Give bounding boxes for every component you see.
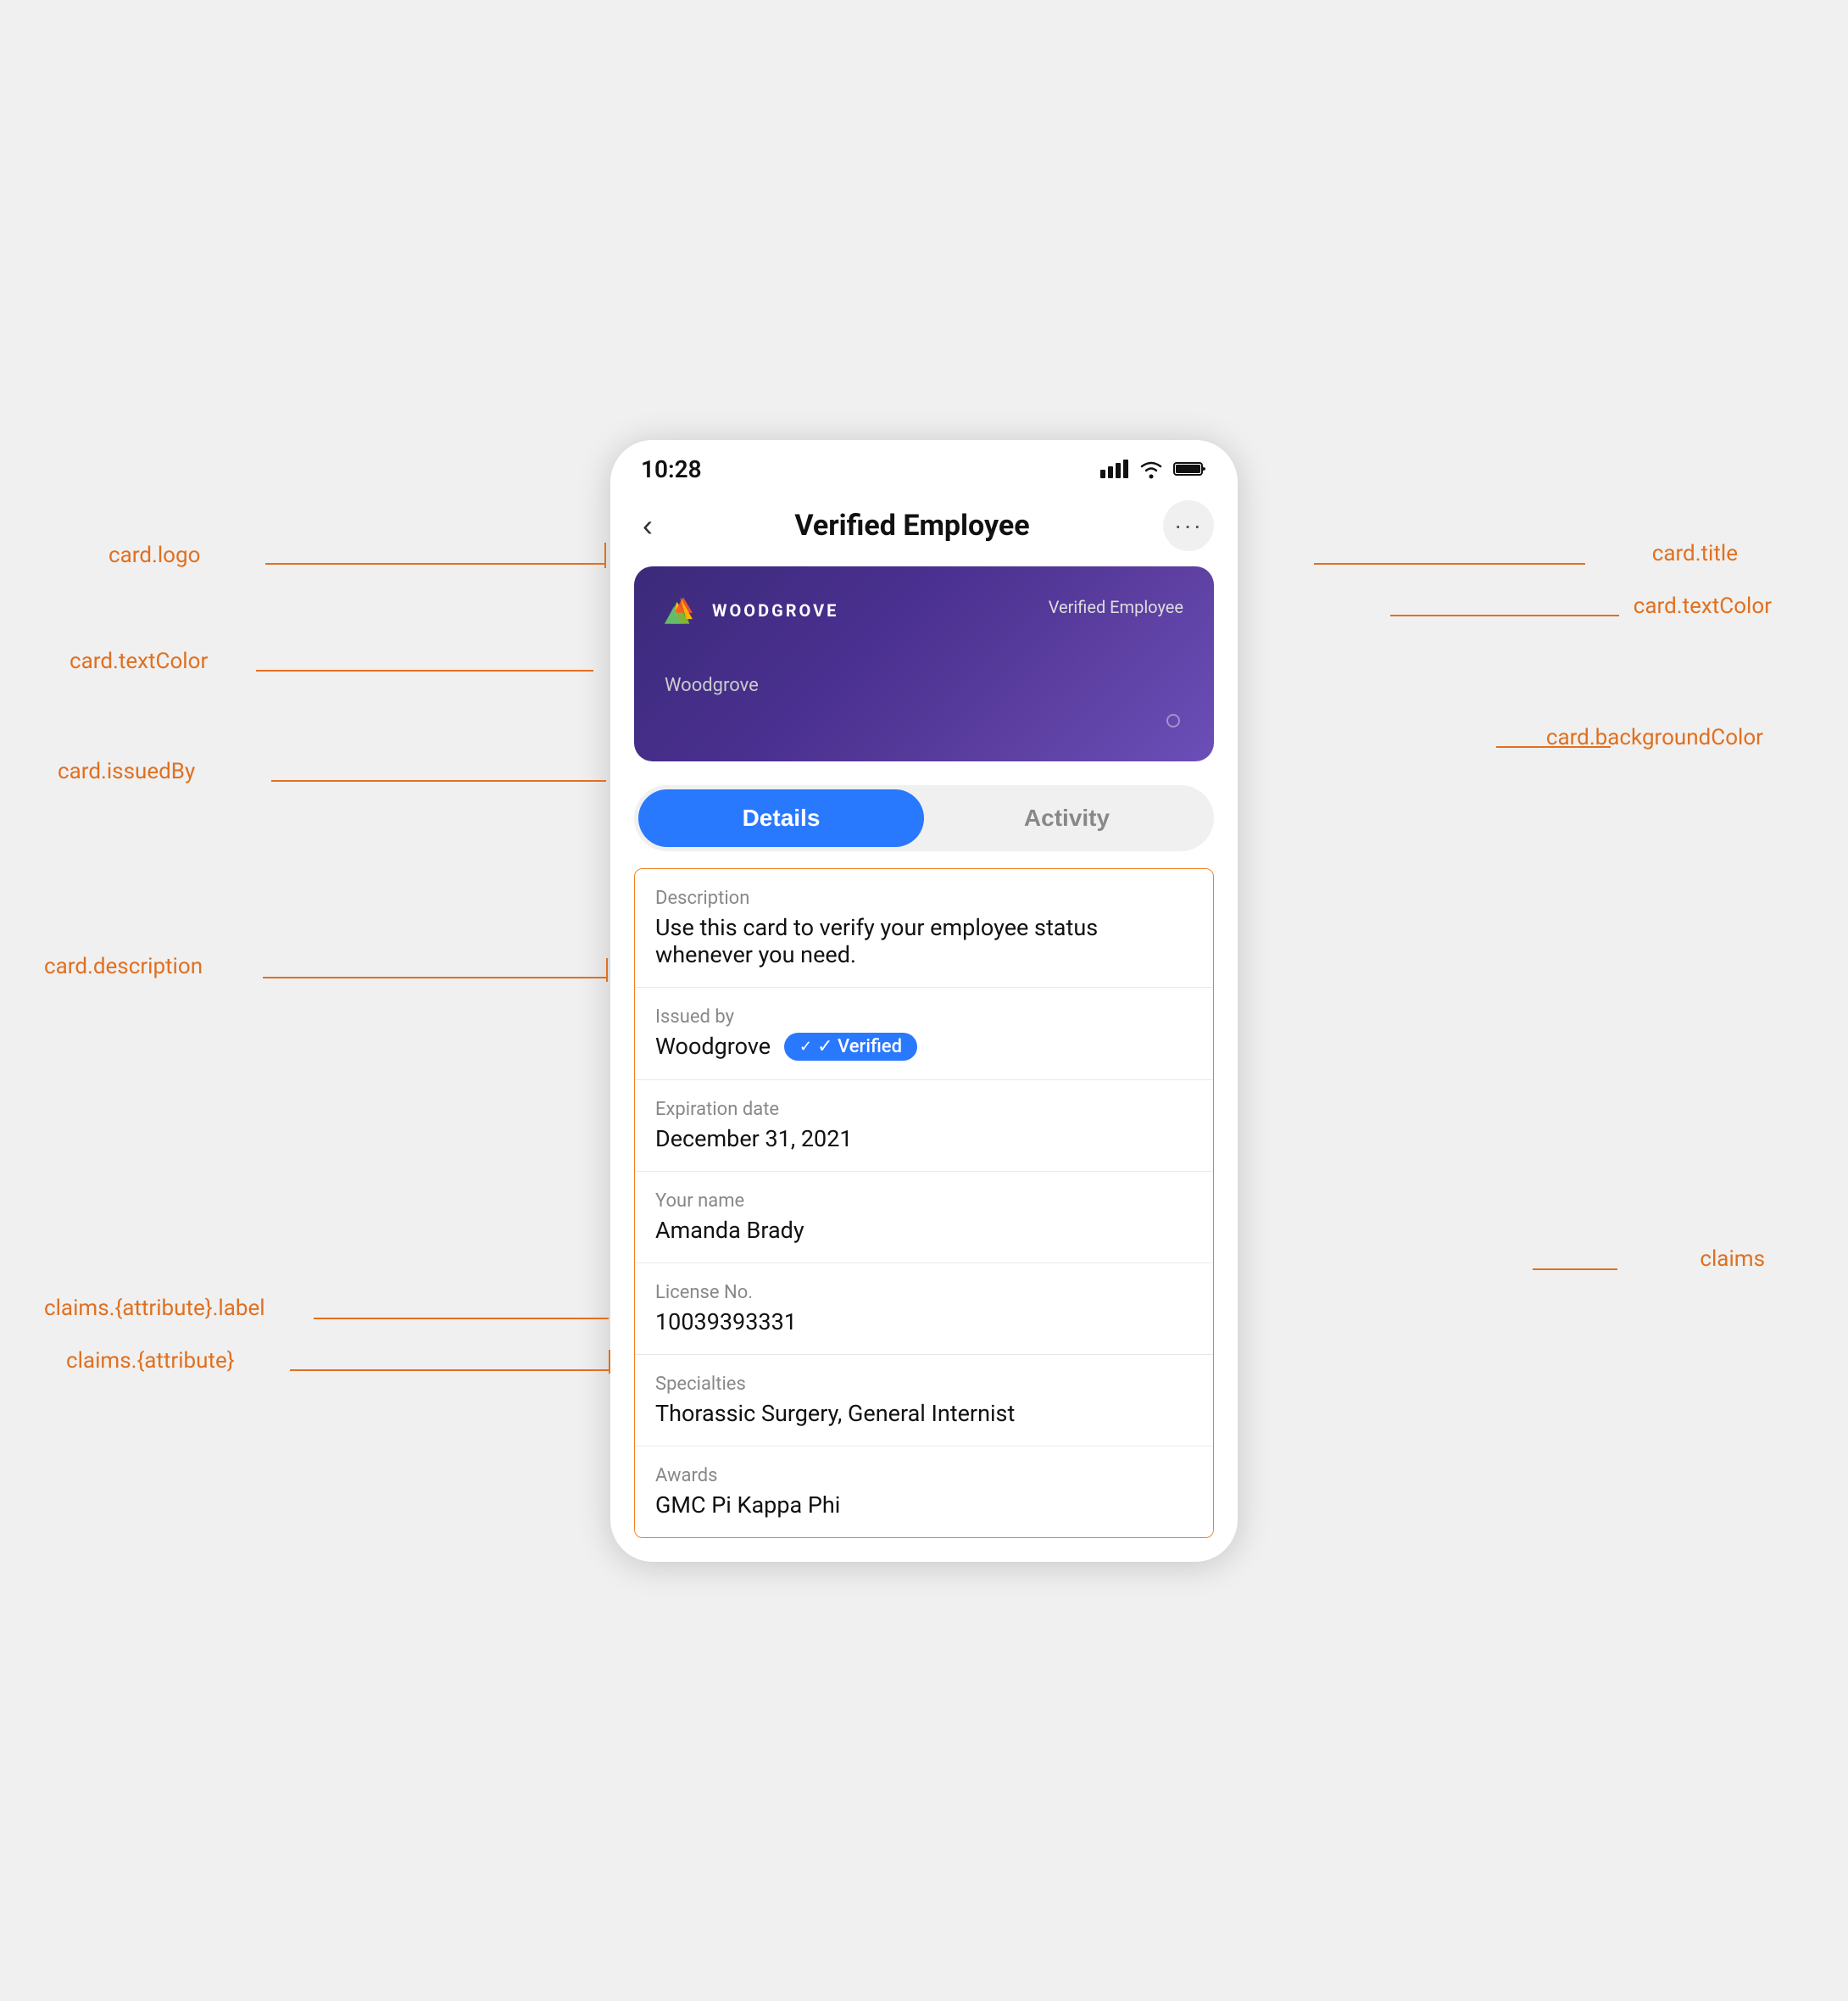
tabs-container: Details Activity: [634, 785, 1214, 851]
detail-row-specialties: Specialties Thorassic Surgery, General I…: [635, 1355, 1213, 1446]
annotation-card-description: card.description: [44, 954, 203, 979]
annotation-card-logo: card.logo: [109, 543, 200, 568]
awards-label: Awards: [655, 1465, 1193, 1486]
issued-by-value-row: Woodgrove ✓ ✓ Verified: [655, 1033, 1193, 1061]
issued-by-value: Woodgrove: [655, 1033, 771, 1060]
specialties-label: Specialties: [655, 1374, 1193, 1395]
license-value: 10039393331: [655, 1308, 1193, 1335]
signal-icon: [1100, 460, 1129, 478]
wifi-icon: [1138, 459, 1165, 479]
card-issuer: Woodgrove: [665, 675, 759, 696]
card-logo-text: WOODGROVE: [712, 600, 838, 621]
battery-icon: [1173, 460, 1207, 477]
description-label: Description: [655, 888, 1193, 909]
card-logo-area: WOODGROVE: [665, 597, 838, 624]
card-top: WOODGROVE Verified Employee: [665, 597, 1183, 624]
annotation-card-text-color: card.textColor: [1634, 594, 1772, 619]
card-bottom: Woodgrove: [665, 675, 1183, 696]
annotation-claims-attribute: claims.{attribute}: [66, 1348, 235, 1374]
description-value: Use this card to verify your employee st…: [655, 914, 1193, 968]
credential-card: WOODGROVE Verified Employee Woodgrove: [634, 566, 1214, 761]
annotation-claims: claims: [1700, 1246, 1765, 1272]
status-icons: [1100, 459, 1207, 479]
detail-row-issued-by: Issued by Woodgrove ✓ ✓ Verified: [635, 988, 1213, 1080]
annotation-card-issued-by: card.issuedBy: [58, 759, 195, 784]
page-title: Verified Employee: [794, 509, 1029, 543]
awards-value: GMC Pi Kappa Phi: [655, 1491, 1193, 1519]
card-dot-decoration: [1166, 714, 1180, 727]
verified-check-icon: ✓: [799, 1038, 812, 1056]
detail-row-awards: Awards GMC Pi Kappa Phi: [635, 1446, 1213, 1537]
detail-row-description: Description Use this card to verify your…: [635, 869, 1213, 988]
license-label: License No.: [655, 1282, 1193, 1303]
tab-activity[interactable]: Activity: [924, 789, 1210, 847]
detail-row-name: Your name Amanda Brady: [635, 1172, 1213, 1263]
your-name-value: Amanda Brady: [655, 1217, 1193, 1244]
phone-frame: 10:28: [610, 440, 1238, 1562]
issued-by-label: Issued by: [655, 1006, 1193, 1028]
annotation-card-title: card.title: [1652, 541, 1738, 566]
detail-row-expiration: Expiration date December 31, 2021: [635, 1080, 1213, 1172]
page-wrapper: card.logo card.title card.textColor card…: [0, 0, 1848, 2001]
annotation-claims-label: claims.{attribute}.label: [44, 1296, 265, 1321]
specialties-value: Thorassic Surgery, General Internist: [655, 1400, 1193, 1427]
status-time: 10:28: [641, 455, 702, 483]
your-name-label: Your name: [655, 1190, 1193, 1212]
expiration-label: Expiration date: [655, 1099, 1193, 1120]
detail-row-license: License No. 10039393331: [635, 1263, 1213, 1355]
annotation-card-bg-color: card.backgroundColor: [1546, 725, 1763, 750]
verified-label: ✓ Verified: [817, 1036, 902, 1057]
back-button[interactable]: ‹: [634, 508, 661, 543]
expiration-value: December 31, 2021: [655, 1125, 1193, 1152]
more-button[interactable]: ···: [1163, 500, 1214, 551]
nav-header: ‹ Verified Employee ···: [610, 492, 1238, 566]
status-bar: 10:28: [610, 440, 1238, 492]
woodgrove-logo-svg: [665, 597, 702, 624]
details-panel: Description Use this card to verify your…: [634, 868, 1214, 1538]
card-title: Verified Employee: [1049, 597, 1183, 617]
verified-badge: ✓ ✓ Verified: [784, 1033, 917, 1061]
annotation-card-text-color-left: card.textColor: [70, 649, 208, 674]
tab-details[interactable]: Details: [638, 789, 924, 847]
